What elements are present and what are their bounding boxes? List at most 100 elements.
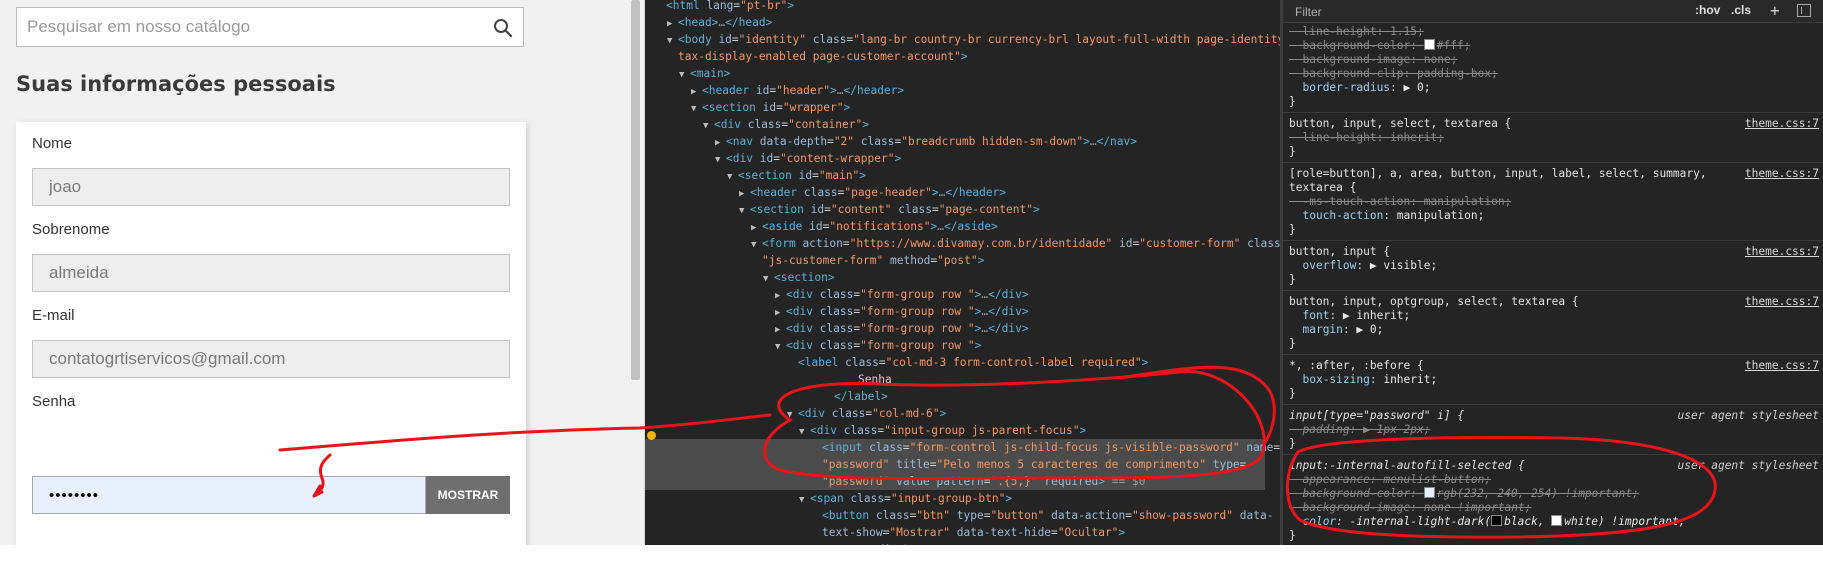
dom-node-line[interactable]: ▶ <nav data-depth="2" class="breadcrumb h… <box>645 133 1265 150</box>
style-declaration[interactable]: button, input, select, textarea {theme.c… <box>1283 117 1823 131</box>
dom-node-markup: <div class="form-group row "> <box>786 339 982 352</box>
dom-node-markup: <section id="wrapper"> <box>702 101 851 114</box>
dom-node-markup: <html lang="pt-br"> <box>666 0 795 12</box>
dom-node-line[interactable]: ▼ <section id="main"> <box>645 167 1265 184</box>
dom-node-line[interactable]: ▶ <header class="page-header">…</header> <box>645 184 1265 201</box>
style-declaration[interactable]: box-sizing: inherit; <box>1283 373 1823 387</box>
search-icon[interactable] <box>493 18 513 38</box>
dom-node-line[interactable]: ▶ <header id="header">…</header> <box>645 82 1265 99</box>
dom-node-line[interactable]: ▼ <div class="container"> <box>645 116 1265 133</box>
stylesheet-source-link[interactable]: theme.css:7 <box>1745 359 1819 373</box>
style-declaration[interactable]: button, input {theme.css:7 <box>1283 245 1823 259</box>
style-declaration[interactable]: background-clip: padding-box; <box>1283 67 1823 81</box>
page-title: Suas informações pessoais <box>16 72 336 96</box>
first-name-field[interactable] <box>32 168 510 206</box>
dom-node-line[interactable]: <button class="btn" type="button" data-a… <box>645 507 1273 524</box>
style-declaration-text: } <box>1289 95 1296 108</box>
style-declaration[interactable]: button, input, optgroup, select, textare… <box>1283 295 1823 309</box>
dom-node-line[interactable]: ▼ <main> <box>645 65 1265 82</box>
style-declaration[interactable]: background-color: rgb(232, 240, 254) !im… <box>1283 487 1823 501</box>
password-field[interactable] <box>32 476 426 514</box>
class-toggle[interactable]: .cls <box>1731 3 1751 17</box>
style-declaration[interactable]: line-height: 1.15; <box>1283 25 1823 39</box>
dom-node-line[interactable]: ▶ <div class="form-group row ">…</div> <box>645 320 1265 337</box>
dom-node-line[interactable]: ▶ <div class="form-group row ">…</div> <box>645 303 1265 320</box>
computed-sidebar-toggle-icon[interactable] <box>1797 4 1811 17</box>
dom-node-markup: "password" title="Pelo menos 5 caractere… <box>822 458 1247 471</box>
dom-node-line[interactable]: ▼ <span class="input-group-btn"> <box>645 490 1265 507</box>
style-declaration-text: } <box>1289 145 1296 158</box>
style-declaration[interactable]: font: ▶ inherit; <box>1283 309 1823 323</box>
style-declaration[interactable]: } <box>1283 145 1823 159</box>
dom-node-line[interactable]: text-show="Mostrar" data-text-hide="Ocul… <box>645 524 1265 541</box>
rule-separator <box>1283 112 1823 113</box>
dom-node-line[interactable]: ▶ <aside id="notifications">…</aside> <box>645 218 1265 235</box>
style-declaration[interactable]: } <box>1283 337 1823 351</box>
styles-filter-input[interactable] <box>1293 3 1647 21</box>
dom-node-markup: <aside id="notifications">…</aside> <box>762 220 998 233</box>
stylesheet-source-link[interactable]: theme.css:7 <box>1745 117 1819 131</box>
dom-node-line[interactable]: ▼ <div id="content-wrapper"> <box>645 150 1265 167</box>
email-label: E-mail <box>32 307 75 324</box>
dom-node-line[interactable]: ▶ <div class="form-group row ">…</div> <box>645 286 1265 303</box>
dom-node-line[interactable]: ▼ <div class="form-group row "> <box>645 337 1265 354</box>
style-declaration[interactable]: } <box>1283 437 1823 451</box>
dom-node-line[interactable]: ▼ <div class="input-group js-parent-focus… <box>645 422 1265 439</box>
user-agent-source-label: user agent stylesheet <box>1677 459 1819 472</box>
dom-node-line[interactable]: <html lang="pt-br"> <box>645 0 1265 14</box>
style-declaration[interactable]: background-image: none !important; <box>1283 501 1823 515</box>
style-declaration[interactable]: margin: ▶ 0; <box>1283 323 1823 337</box>
style-declaration[interactable]: *, :after, :before {theme.css:7 <box>1283 359 1823 373</box>
last-name-field[interactable] <box>32 254 510 292</box>
style-declaration[interactable]: } <box>1283 95 1823 109</box>
dom-node-line[interactable]: "password" value pattern=".{5,}" require… <box>645 473 1265 490</box>
style-declaration[interactable]: border-radius: ▶ 0; <box>1283 81 1823 95</box>
dom-node-line[interactable]: ▼ <section id="content" class="page-conte… <box>645 201 1265 218</box>
dom-node-line[interactable]: Senha <box>645 371 1265 388</box>
style-declaration[interactable]: line-height: inherit; <box>1283 131 1823 145</box>
dom-node-line[interactable]: tax-display-enabled page-customer-accoun… <box>645 48 1265 65</box>
style-declaration[interactable]: appearance: menulist-button; <box>1283 473 1823 487</box>
style-declaration[interactable]: textarea { <box>1283 181 1823 195</box>
dom-node-line[interactable]: </label> <box>645 388 1265 405</box>
page-scroll-thumb[interactable] <box>631 0 640 380</box>
stylesheet-source-link[interactable]: theme.css:7 <box>1745 167 1819 181</box>
style-declaration[interactable]: padding: ▶ 1px 2px; <box>1283 423 1823 437</box>
style-declaration[interactable]: } <box>1283 387 1823 401</box>
show-password-button[interactable]: MOSTRAR <box>426 476 510 514</box>
style-declaration[interactable]: [role=button], a, area, button, input, l… <box>1283 167 1823 181</box>
email-field[interactable] <box>32 340 510 378</box>
style-declaration[interactable]: touch-action: manipulation; <box>1283 209 1823 223</box>
dom-node-markup: </label> <box>834 390 888 403</box>
style-declaration[interactable]: input:-internal-autofill-selected {user … <box>1283 459 1823 473</box>
stylesheet-source-link[interactable]: theme.css:7 <box>1745 245 1819 259</box>
style-declaration[interactable]: } <box>1283 529 1823 543</box>
style-declaration[interactable]: color: -internal-light-dark(black, white… <box>1283 515 1823 529</box>
style-declaration[interactable]: } <box>1283 223 1823 237</box>
stylesheet-source-link[interactable]: theme.css:7 <box>1745 295 1819 309</box>
page-scrollbar[interactable] <box>627 0 644 545</box>
style-declaration[interactable]: background-image: none; <box>1283 53 1823 67</box>
style-declaration-text: background-clip: padding-box; <box>1302 67 1498 80</box>
dom-node-line[interactable]: <input class="form-control js-child-focu… <box>645 439 1280 456</box>
dom-node-line[interactable]: <label class="col-md-3 form-control-labe… <box>645 354 1265 371</box>
customer-form: Nome Sobrenome E-mail Senha MOSTRAR <box>16 122 526 545</box>
style-declaration[interactable]: } <box>1283 273 1823 287</box>
style-declaration[interactable]: background-color: #fff; <box>1283 39 1823 53</box>
hover-state-toggle[interactable]: :hov <box>1695 3 1720 17</box>
dom-node-line[interactable]: "password" title="Pelo menos 5 caractere… <box>645 456 1265 473</box>
new-style-rule-button[interactable]: + <box>1770 1 1780 20</box>
style-declaration[interactable]: -ms-touch-action: manipulation; <box>1283 195 1823 209</box>
search-input[interactable] <box>17 8 477 46</box>
dom-node-line[interactable]: ▼ <div class="col-md-6"> <box>645 405 1265 422</box>
style-declaration[interactable]: overflow: ▶ visible; <box>1283 259 1823 273</box>
dom-node-line[interactable]: "js-customer-form" method="post"> <box>645 252 1265 269</box>
dom-node-line[interactable]: ▶ <head>…</head> <box>645 14 1265 31</box>
style-declaration[interactable]: input[type="password" i] {user agent sty… <box>1283 409 1823 423</box>
dom-node-line[interactable]: ▼ <body id="identity" class="lang-br coun… <box>645 31 1280 48</box>
style-declaration-text: -ms-touch-action: manipulation; <box>1302 195 1512 208</box>
dom-node-line[interactable]: ▼ <section> <box>645 269 1265 286</box>
dom-node-line[interactable]: ▼ <form action="https://www.divamay.com.b… <box>645 235 1280 252</box>
dom-node-line[interactable]: ▼ <section id="wrapper"> <box>645 99 1265 116</box>
dom-node-markup: <section> <box>774 271 835 284</box>
